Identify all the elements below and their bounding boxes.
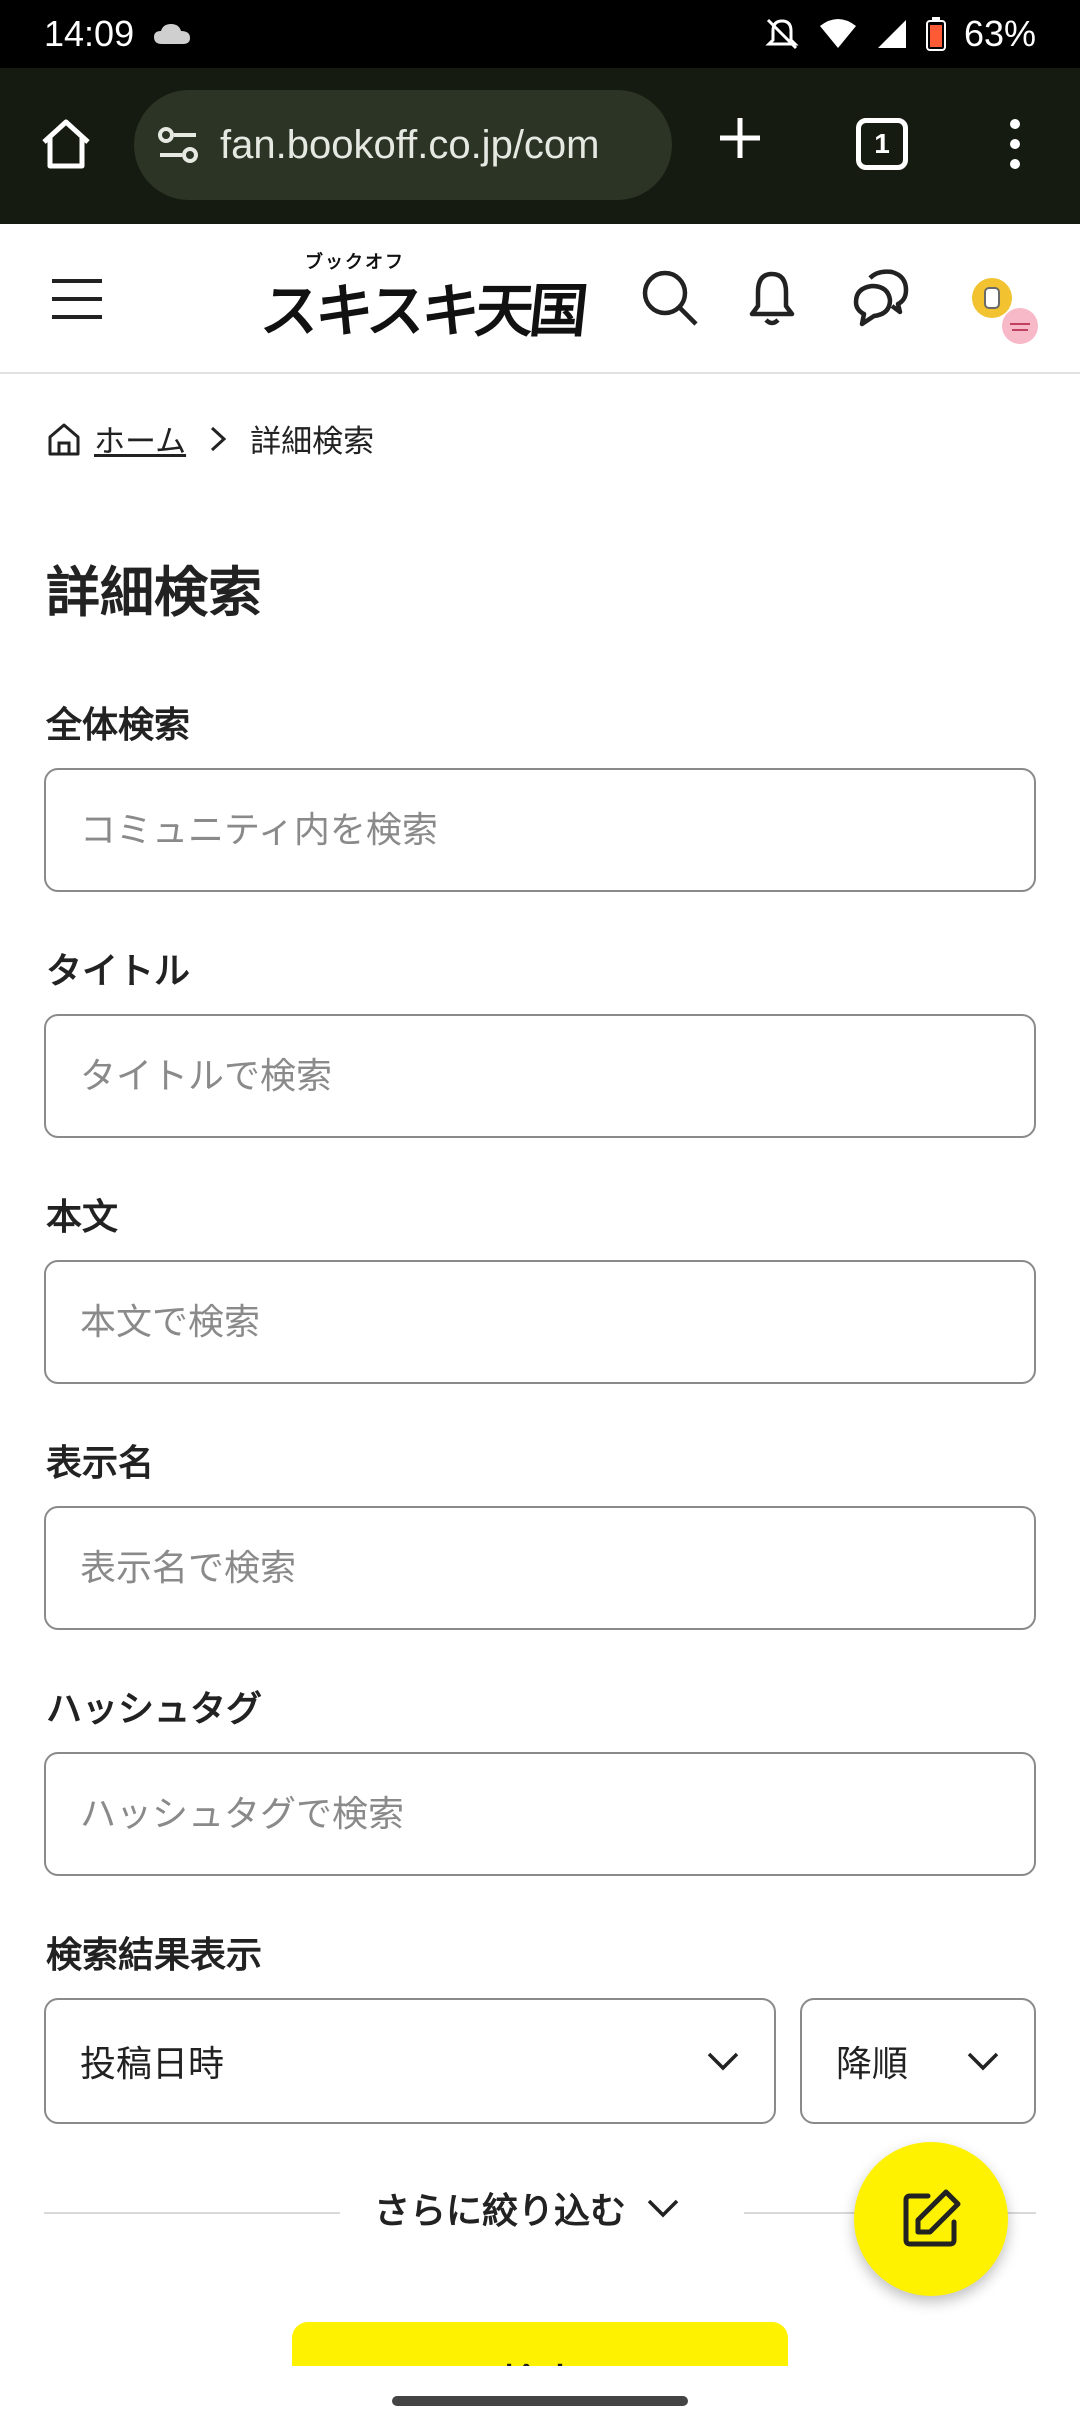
browser-home-icon[interactable] <box>36 114 96 174</box>
sort-field-select[interactable]: 投稿日時 <box>44 1998 776 2124</box>
all-search-label: 全体検索 <box>46 705 191 746</box>
chevron-down-icon <box>707 2052 739 2071</box>
more-menu-icon[interactable] <box>1000 114 1030 174</box>
sort-order-value: 降順 <box>836 2044 909 2085</box>
breadcrumb-home-link[interactable]: ホーム <box>94 416 186 461</box>
breadcrumb: ホーム 詳細検索 <box>46 416 374 461</box>
hamburger-menu-icon[interactable] <box>50 276 104 322</box>
divider <box>44 2212 340 2214</box>
user-avatar-icon[interactable] <box>968 274 1040 346</box>
bell-off-icon <box>765 18 799 50</box>
edit-icon <box>903 2189 961 2247</box>
signal-icon <box>877 20 906 48</box>
search-icon[interactable] <box>638 266 702 330</box>
browser-toolbar: fan.bookoff.co.jp/com 1 <box>0 68 1080 224</box>
battery-icon <box>925 17 946 51</box>
sort-field-value: 投稿日時 <box>80 2044 225 2085</box>
logo-title: スキスキ天国 <box>257 277 588 345</box>
cloud-icon <box>154 24 191 44</box>
wifi-icon <box>819 19 856 48</box>
display-name-search-input[interactable] <box>44 1506 1036 1630</box>
home-icon[interactable] <box>46 421 82 457</box>
hashtag-label: ハッシュタグ <box>46 1689 263 1730</box>
chat-icon[interactable] <box>848 266 912 330</box>
title-search-input[interactable] <box>44 1014 1036 1138</box>
sort-order-select[interactable]: 降順 <box>800 1998 1036 2124</box>
site-settings-icon[interactable] <box>156 123 200 167</box>
refine-toggle-button[interactable]: さらに絞り込む <box>374 2182 680 2234</box>
battery-percentage: 63% <box>963 13 1036 54</box>
chevron-right-icon <box>211 426 227 451</box>
status-bar: 14:09 63% <box>0 0 1080 68</box>
new-tab-icon[interactable] <box>716 114 764 162</box>
url-text: fan.bookoff.co.jp/com <box>220 122 600 167</box>
breadcrumb-current: 詳細検索 <box>250 424 375 460</box>
body-label: 本文 <box>46 1197 119 1238</box>
chevron-down-icon <box>967 2052 999 2071</box>
tab-switcher-button[interactable]: 1 <box>856 118 908 170</box>
hashtag-search-input[interactable] <box>44 1752 1036 1876</box>
bell-icon[interactable] <box>740 266 804 330</box>
display-name-label: 表示名 <box>46 1443 155 1484</box>
results-display-label: 検索結果表示 <box>46 1935 263 1976</box>
title-label: タイトル <box>46 951 191 992</box>
gesture-navigation-bar[interactable] <box>392 2396 688 2406</box>
compose-post-button[interactable] <box>854 2142 1008 2296</box>
status-time: 14:09 <box>44 13 135 54</box>
refine-label: さらに絞り込む <box>374 2191 627 2232</box>
site-header: ブックオフ スキスキ天国 <box>0 224 1080 374</box>
chevron-down-icon <box>647 2199 679 2218</box>
url-bar[interactable]: fan.bookoff.co.jp/com <box>134 90 672 200</box>
all-search-input[interactable] <box>44 768 1036 892</box>
body-search-input[interactable] <box>44 1260 1036 1384</box>
page-title: 詳細検索 <box>46 561 262 624</box>
